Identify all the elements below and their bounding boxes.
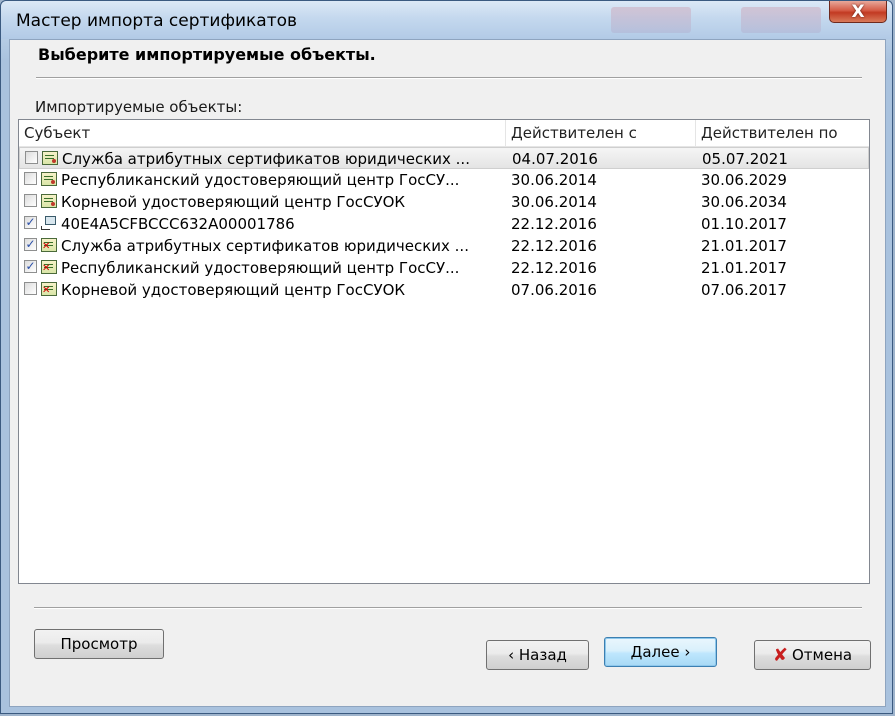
cell-subject: Служба атрибутных сертификатов юридическ… — [61, 237, 469, 255]
cell-valid-from: 07.06.2016 — [511, 281, 597, 299]
cell-valid-from: 22.12.2016 — [511, 215, 597, 233]
cell-subject: Корневой удостоверяющий центр ГосСУОК — [61, 193, 406, 211]
page-title: Выберите импортируемые объекты. — [38, 45, 376, 64]
certificate-icon — [41, 172, 57, 186]
invalid-certificate-icon — [41, 280, 57, 302]
back-button[interactable]: ‹ Назад — [486, 640, 589, 670]
cell-valid-to: 07.06.2017 — [701, 281, 787, 299]
import-wizard-window: Мастер импорта сертификатов X Выберите и… — [0, 0, 893, 714]
column-header-valid-to[interactable]: Действителен по — [696, 120, 869, 146]
cell-valid-to: 21.01.2017 — [701, 259, 787, 277]
row-checkbox[interactable] — [24, 172, 37, 185]
cancel-button[interactable]: ✘ Отмена — [754, 640, 871, 670]
cell-subject: Республиканский удостоверяющий центр Гос… — [61, 259, 460, 277]
view-button[interactable]: Просмотр — [34, 629, 164, 659]
row-checkbox[interactable] — [25, 151, 38, 164]
table-row[interactable]: ✓ Республиканский удостоверяющий центр Го… — [19, 257, 869, 280]
cell-valid-to: 30.06.2029 — [701, 171, 787, 189]
invalid-certificate-icon — [41, 258, 57, 280]
close-button[interactable]: X — [829, 1, 887, 23]
row-checkbox[interactable]: ✓ — [24, 216, 37, 229]
cell-valid-from: 30.06.2014 — [511, 171, 597, 189]
cell-valid-from: 22.12.2016 — [511, 259, 597, 277]
next-button[interactable]: Далее › — [604, 637, 717, 667]
objects-list[interactable]: Субъект Действителен с Действителен по С… — [18, 119, 870, 584]
objects-list-label: Импортируемые объекты: — [35, 98, 243, 116]
cell-valid-to: 21.01.2017 — [701, 237, 787, 255]
cell-valid-from: 22.12.2016 — [511, 237, 597, 255]
cell-valid-to: 05.07.2021 — [702, 150, 788, 168]
row-checkbox[interactable] — [24, 194, 37, 207]
table-row[interactable]: ✓ 40E4A5CFBCCC632A00001786 22.12.2016 01.10… — [19, 213, 869, 235]
certificate-icon — [41, 194, 57, 208]
table-row[interactable]: ✓ Служба атрибутных сертификатов юридичес… — [19, 235, 869, 258]
cell-subject: 40E4A5CFBCCC632A00001786 — [61, 215, 295, 233]
cell-valid-from: 30.06.2014 — [511, 193, 597, 211]
title-bar-decoration — [741, 7, 821, 33]
row-checkbox[interactable]: ✓ — [24, 238, 37, 251]
table-row[interactable]: Служба атрибутных сертификатов юридическ… — [19, 147, 869, 169]
cancel-icon: ✘ — [772, 644, 788, 666]
close-icon: X — [851, 1, 865, 22]
cell-subject: Республиканский удостоверяющий центр Гос… — [61, 171, 460, 189]
cell-valid-to: 30.06.2034 — [701, 193, 787, 211]
invalid-certificate-icon — [41, 236, 57, 258]
header-divider — [36, 77, 862, 79]
window-title: Мастер импорта сертификатов — [16, 11, 298, 31]
key-container-icon — [41, 216, 57, 231]
title-bar-decoration — [611, 7, 691, 33]
table-row[interactable]: Корневой удостоверяющий центр ГосСУОК 07.… — [19, 279, 869, 302]
column-header-subject[interactable]: Субъект — [19, 120, 506, 146]
table-row[interactable]: Корневой удостоверяющий центр ГосСУОК 30.… — [19, 191, 869, 213]
cell-subject: Корневой удостоверяющий центр ГосСУОК — [61, 281, 406, 299]
footer-divider — [34, 607, 862, 609]
row-checkbox[interactable]: ✓ — [24, 260, 37, 273]
list-header: Субъект Действителен с Действителен по — [19, 120, 869, 147]
cell-subject: Служба атрибутных сертификатов юридическ… — [62, 150, 470, 168]
cancel-button-label: Отмена — [792, 646, 853, 664]
cell-valid-from: 04.07.2016 — [512, 150, 598, 168]
cell-valid-to: 01.10.2017 — [701, 215, 787, 233]
title-bar[interactable]: Мастер импорта сертификатов X — [1, 1, 892, 39]
table-row[interactable]: Республиканский удостоверяющий центр Гос… — [19, 169, 869, 191]
certificate-icon — [42, 151, 58, 165]
row-checkbox[interactable] — [24, 282, 37, 295]
column-header-valid-from[interactable]: Действителен с — [506, 120, 696, 146]
